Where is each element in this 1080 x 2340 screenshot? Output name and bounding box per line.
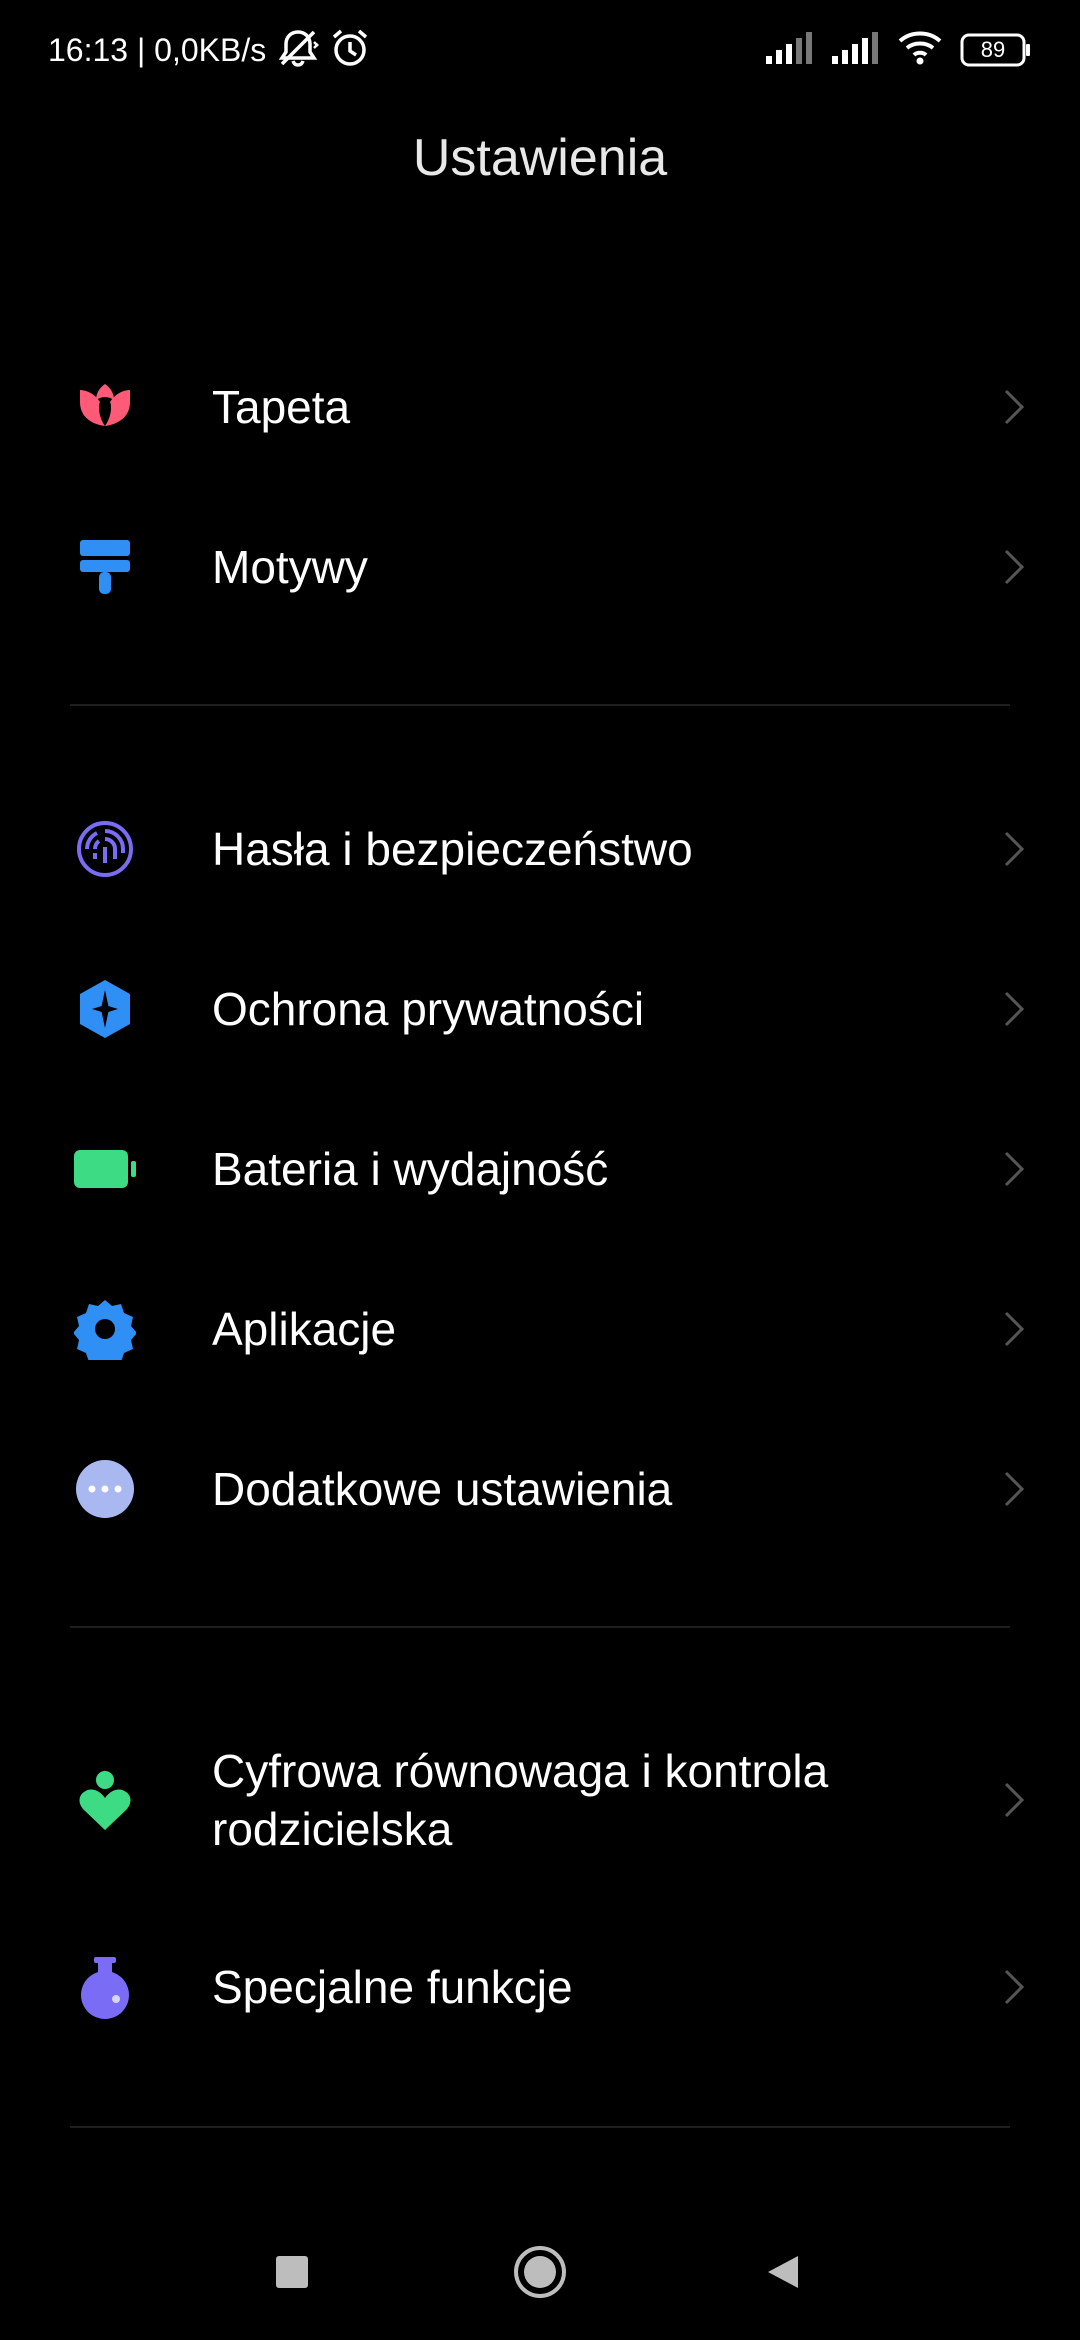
- row-label: Specjalne funkcje: [212, 1961, 573, 2013]
- status-bar: 16:13 | 0,0KB/s 89: [0, 0, 1080, 100]
- battery-icon: [72, 1138, 138, 1200]
- status-left: 16:13 | 0,0KB/s: [48, 28, 370, 73]
- page-title: Ustawienia: [412, 129, 668, 187]
- wellbeing-heart-icon: [74, 1770, 136, 1832]
- row-label: Bateria i wydajność: [212, 1143, 609, 1195]
- signal-icon: [832, 31, 880, 69]
- divider: [70, 1626, 1010, 1628]
- sidebar-item-privacy[interactable]: Ochrona prywatności: [0, 934, 1080, 1084]
- gear-icon: [74, 1298, 136, 1360]
- chevron-right-icon: [1004, 1151, 1025, 1187]
- home-icon: [514, 2246, 566, 2298]
- row-label: Tapeta: [212, 381, 351, 433]
- sidebar-item-themes[interactable]: Motywy: [0, 492, 1080, 642]
- privacy-shield-icon: [74, 978, 136, 1040]
- settings-screen: 16:13 | 0,0KB/s 89 Ustawienia Ekran głów…: [0, 0, 1080, 2340]
- battery-level: 89: [980, 37, 1006, 62]
- sidebar-item-wallpaper[interactable]: Tapeta: [0, 332, 1080, 482]
- sidebar-item-additional-settings[interactable]: Dodatkowe ustawienia: [0, 1414, 1080, 1564]
- tulip-icon: [74, 376, 136, 438]
- sidebar-item-digital-wellbeing[interactable]: Cyfrowa równowaga i kontrola rodzicielsk…: [0, 1720, 1080, 1880]
- recents-icon: [276, 2256, 308, 2288]
- sidebar-item-special-features[interactable]: Specjalne funkcje: [0, 1912, 1080, 2062]
- back-icon: [768, 2256, 798, 2288]
- chevron-right-icon: [1004, 1471, 1025, 1507]
- home-button[interactable]: [500, 2232, 580, 2312]
- chevron-right-icon: [1004, 1311, 1025, 1347]
- back-button[interactable]: [744, 2232, 824, 2312]
- divider: [70, 704, 1010, 706]
- chevron-right-icon: [1004, 549, 1025, 585]
- row-label: Cyfrowa równowaga i kontrola rodzicielsk…: [212, 1745, 829, 1855]
- more-dots-icon: [74, 1458, 136, 1520]
- mute-icon: [276, 28, 320, 73]
- signal-icon: [766, 31, 814, 69]
- app-header: Ustawienia: [0, 118, 1080, 198]
- chevron-right-icon: [1004, 389, 1025, 425]
- paintbrush-icon: [74, 536, 136, 598]
- status-time-speed: 16:13 | 0,0KB/s: [48, 31, 267, 68]
- potion-flask-icon: [74, 1956, 136, 2019]
- navigation-bar: [0, 2210, 1080, 2340]
- sidebar-item-battery-performance[interactable]: Bateria i wydajność: [0, 1094, 1080, 1244]
- wifi-icon: [898, 31, 942, 70]
- status-right: 89: [766, 31, 1032, 70]
- sidebar-item-apps[interactable]: Aplikacje: [0, 1254, 1080, 1404]
- fingerprint-icon: [74, 818, 136, 880]
- row-label: Motywy: [212, 541, 368, 593]
- row-label: Dodatkowe ustawienia: [212, 1463, 673, 1515]
- chevron-right-icon: [1004, 1782, 1025, 1818]
- recents-button[interactable]: [252, 2232, 332, 2312]
- battery-icon: 89: [960, 33, 1032, 67]
- alarm-icon: [330, 28, 370, 73]
- chevron-right-icon: [1004, 831, 1025, 867]
- chevron-right-icon: [1004, 1969, 1025, 2005]
- divider: [70, 2126, 1010, 2128]
- chevron-right-icon: [1004, 991, 1025, 1027]
- row-label: Hasła i bezpieczeństwo: [212, 823, 693, 875]
- row-label: Aplikacje: [212, 1303, 397, 1355]
- sidebar-item-passwords-security[interactable]: Hasła i bezpieczeństwo: [0, 774, 1080, 924]
- row-label: Ochrona prywatności: [212, 983, 645, 1035]
